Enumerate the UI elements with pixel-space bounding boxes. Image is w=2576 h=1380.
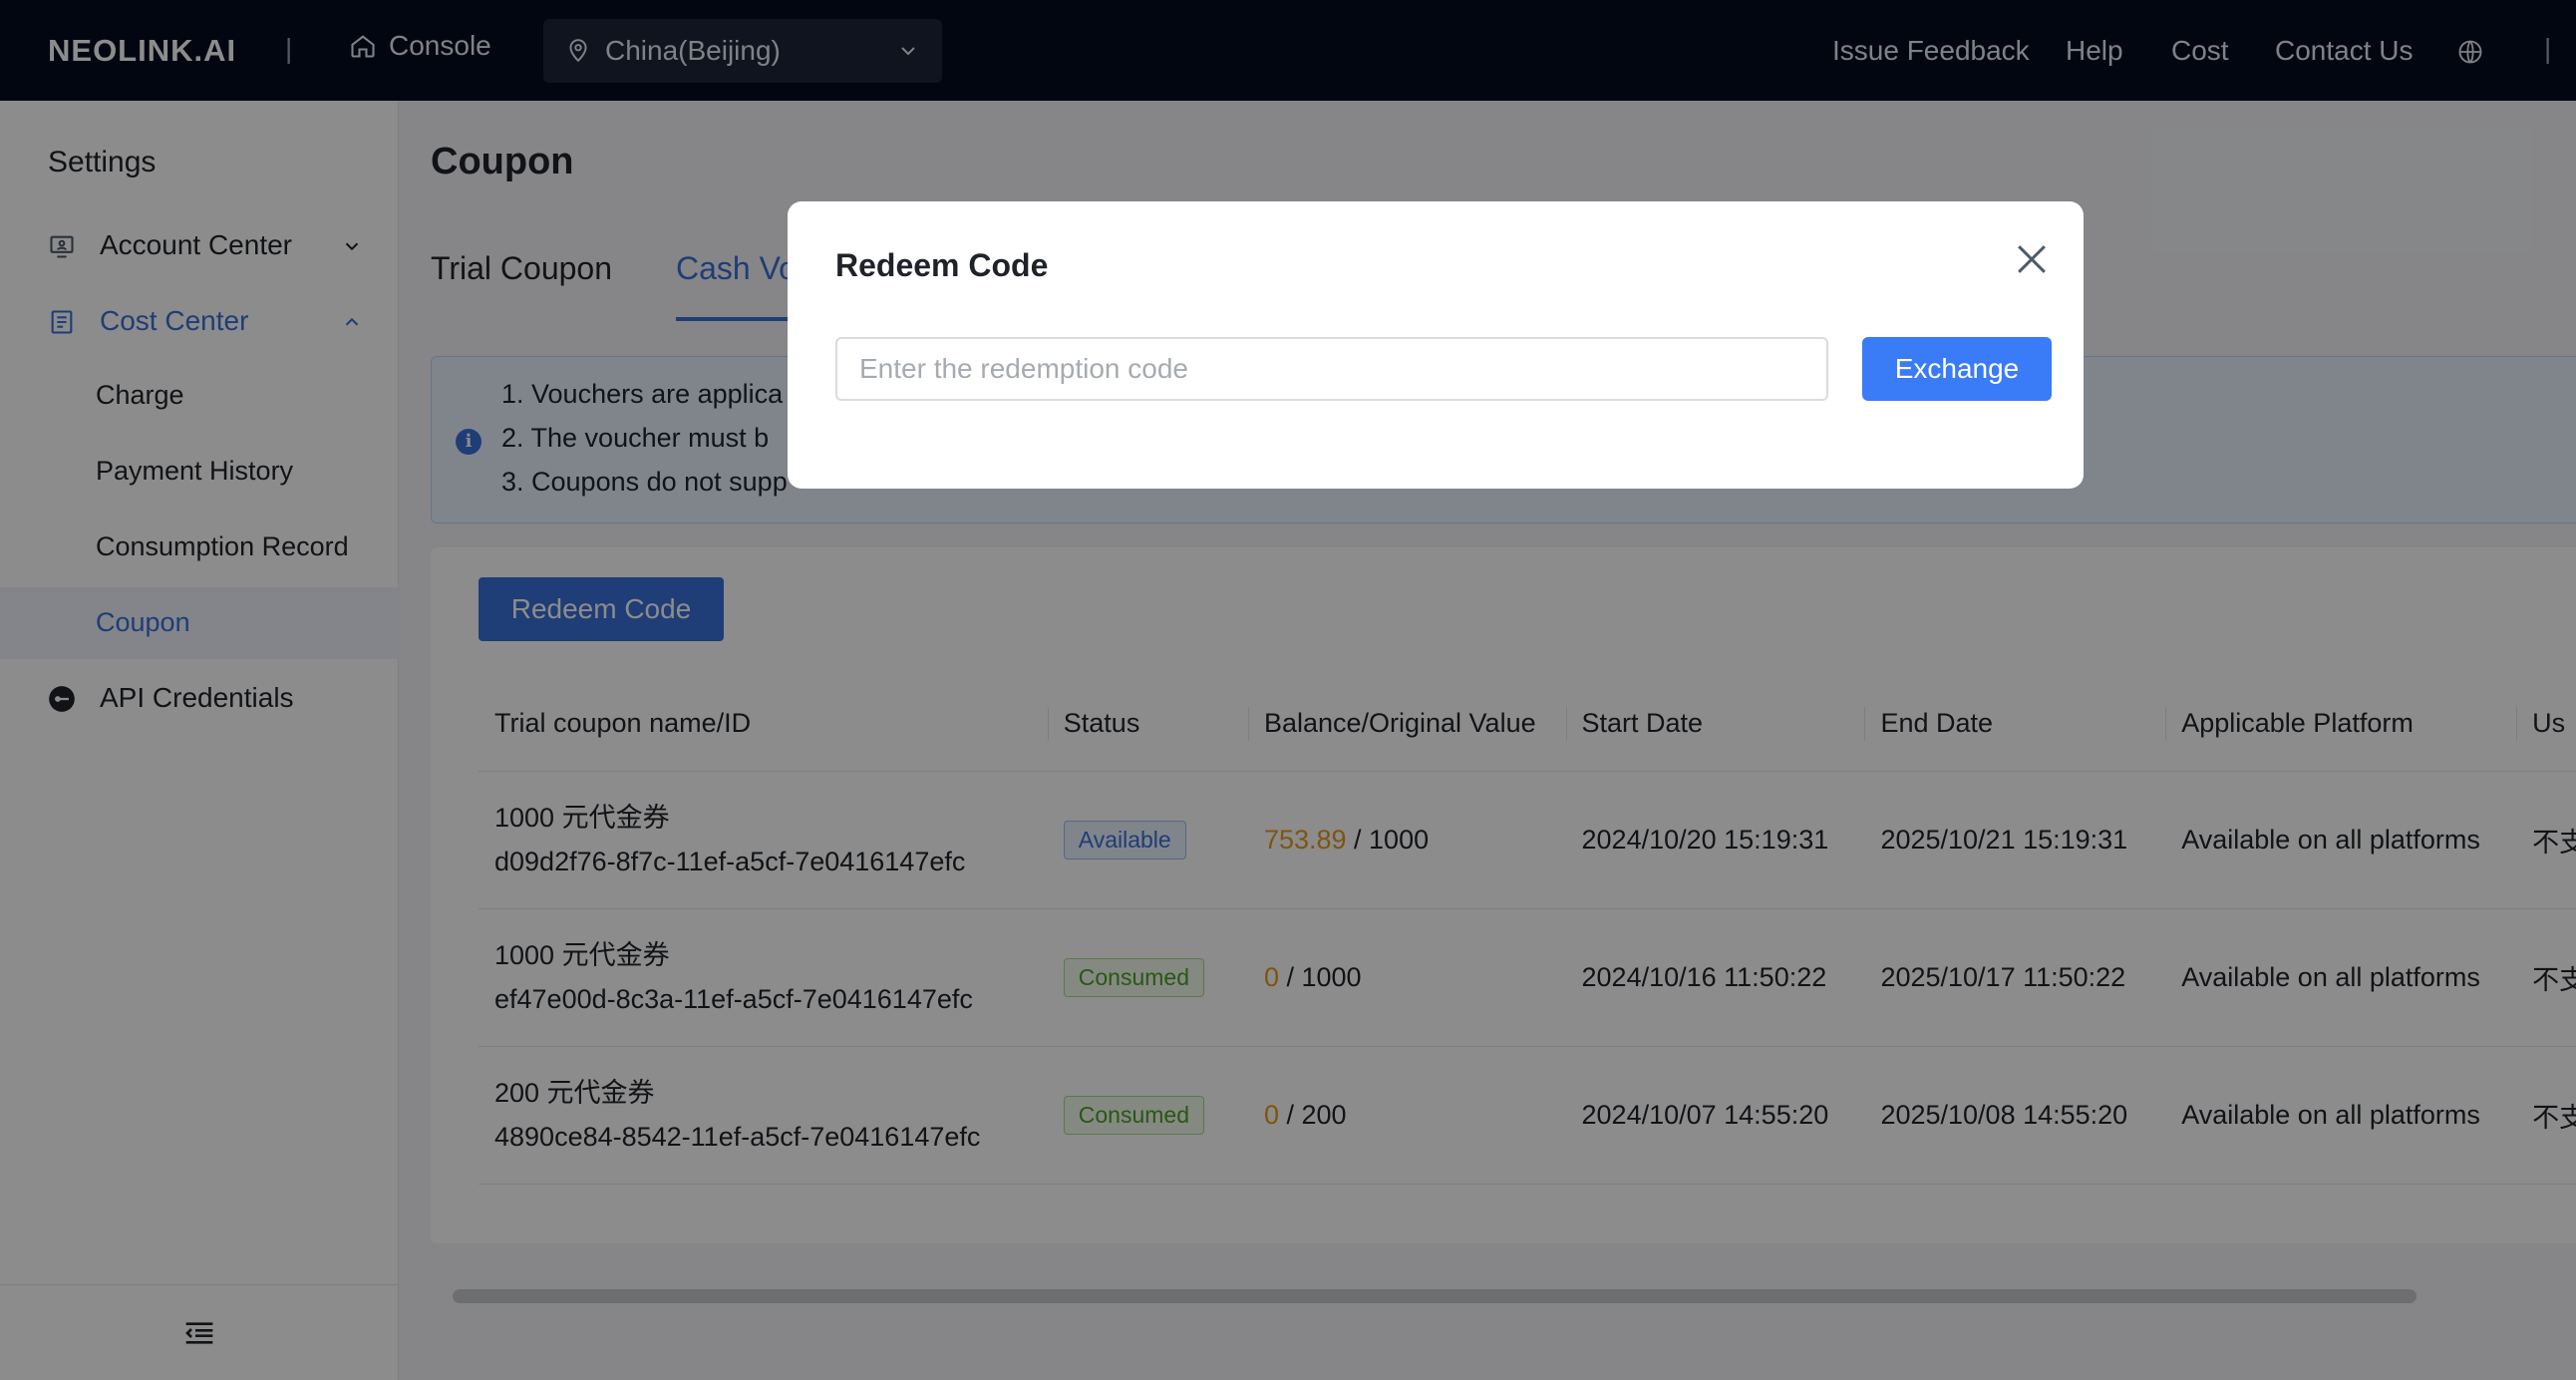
dialog-title: Redeem Code	[835, 247, 1049, 283]
exchange-button[interactable]: Exchange	[1862, 337, 2052, 401]
redemption-code-input[interactable]	[835, 337, 1828, 401]
redeem-code-dialog: Redeem Code Exchange	[788, 201, 2084, 489]
close-icon[interactable]	[2010, 237, 2054, 281]
